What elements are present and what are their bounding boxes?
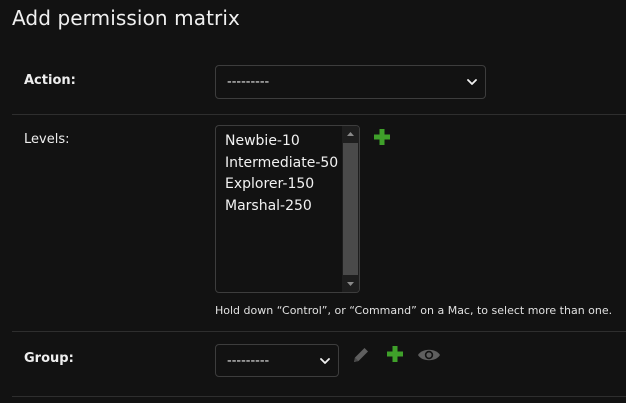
group-label: Group: [24, 351, 74, 366]
form-row-group: Group: --------- [12, 332, 626, 397]
chevron-down-icon [320, 357, 330, 364]
pencil-icon[interactable] [351, 345, 371, 365]
scrollbar-thumb[interactable] [343, 143, 358, 275]
scroll-up-arrow-icon[interactable] [342, 126, 359, 143]
levels-scrollbar[interactable] [342, 126, 359, 292]
group-select[interactable]: --------- [215, 344, 339, 377]
form-row-levels: Levels: Newbie-10 Intermediate-50 Explor… [12, 115, 626, 332]
levels-help-text: Hold down “Control”, or “Command” on a M… [215, 304, 613, 317]
levels-multiselect[interactable]: Newbie-10 Intermediate-50 Explorer-150 M… [215, 125, 360, 293]
add-group-plus-icon[interactable] [385, 344, 405, 364]
add-level-plus-icon[interactable] [372, 127, 392, 147]
page-title: Add permission matrix [12, 6, 240, 30]
scroll-down-arrow-icon[interactable] [342, 275, 359, 292]
levels-option[interactable]: Marshal-250 [225, 196, 338, 218]
levels-options: Newbie-10 Intermediate-50 Explorer-150 M… [225, 131, 338, 217]
admin-form-page: Add permission matrix Action: --------- … [0, 0, 626, 403]
levels-label: Levels: [24, 132, 70, 147]
form-row-action: Action: --------- [12, 48, 626, 115]
levels-option[interactable]: Intermediate-50 [225, 153, 338, 175]
chevron-down-icon [467, 79, 477, 85]
levels-option[interactable]: Newbie-10 [225, 131, 338, 153]
eye-icon[interactable] [417, 345, 441, 365]
action-select[interactable]: --------- [215, 65, 486, 99]
action-label: Action: [24, 73, 76, 88]
levels-option[interactable]: Explorer-150 [225, 174, 338, 196]
group-select-value: --------- [227, 353, 270, 368]
action-select-value: --------- [227, 74, 270, 90]
